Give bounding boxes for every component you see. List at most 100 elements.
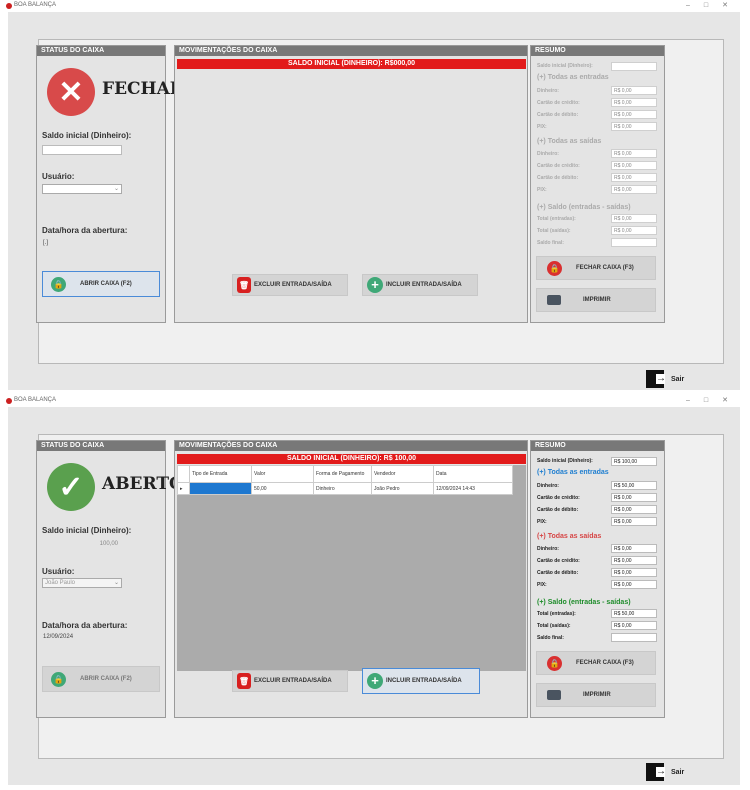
fechar-caixa-label: FECHAR CAIXA (F3) — [576, 265, 634, 271]
status-panel: STATUS DO CAIXA ✓ ABERTO Saldo inicial (… — [36, 440, 184, 718]
column-header[interactable]: Data — [433, 465, 513, 483]
resumo-saldo-inicial-field — [611, 62, 657, 71]
status-panel-header: STATUS DO CAIXA — [37, 46, 165, 56]
saida-debito-field: R$ 0,00 — [611, 568, 657, 577]
column-header[interactable]: Vendedor — [371, 465, 434, 483]
table-cell[interactable]: Dinheiro — [313, 482, 372, 495]
entradas-title: (+) Todas as entradas — [537, 469, 609, 476]
saida-debito-label: Cartão de débito: — [537, 570, 579, 576]
saldo-inicial-label: Saldo inicial (Dinheiro): — [42, 131, 132, 140]
fechar-caixa-button[interactable]: 🔒 FECHAR CAIXA (F3) — [536, 651, 656, 675]
resumo-saldo-inicial-label: Saldo inicial (Dinheiro): — [537, 63, 593, 69]
window-controls[interactable]: –□✕ — [686, 1, 742, 9]
close-icon[interactable]: ✕ — [722, 2, 742, 9]
entrada-debito-label: Cartão de débito: — [537, 112, 579, 118]
saida-credito-label: Cartão de crédito: — [537, 163, 580, 169]
entrada-dinheiro-field: R$ 0,00 — [611, 86, 657, 95]
excluir-entrada-saida-button[interactable]: 🗑 EXCLUIR ENTRADA/SAÍDA — [232, 670, 348, 692]
usuario-select[interactable]: João Paulo ⌄ — [42, 578, 122, 588]
sair-label: Sair — [671, 375, 685, 383]
total-saidas-label: Total (saídas): — [537, 623, 571, 629]
excluir-entrada-saida-button[interactable]: 🗑 EXCLUIR ENTRADA/SAÍDA — [232, 274, 348, 296]
movimentacoes-grid[interactable] — [177, 70, 526, 276]
printer-icon — [547, 690, 561, 700]
lock-icon: 🔒 — [51, 276, 66, 292]
minimize-icon[interactable]: – — [686, 397, 704, 404]
title-bar: BOA BALANÇA –□✕ — [0, 395, 750, 407]
table-header-row: Tipo de Entrada Valor Forma de Pagamento… — [177, 465, 513, 483]
entrada-debito-label: Cartão de débito: — [537, 507, 579, 513]
movimentacoes-header: MOVIMENTAÇÕES DO CAIXA — [175, 46, 527, 56]
saldo-inicial-input[interactable]: 100,00 — [42, 539, 122, 549]
saida-dinheiro-field: R$ 0,00 — [611, 149, 657, 158]
table-cell[interactable]: 12/09/2024 14:43 — [433, 482, 513, 495]
excluir-label: EXCLUIR ENTRADA/SAÍDA — [254, 282, 332, 288]
resumo-header: RESUMO — [531, 46, 664, 56]
entrada-dinheiro-label: Dinheiro: — [537, 88, 559, 94]
x-icon: ✕ — [47, 68, 95, 116]
saldo-inicial-input[interactable] — [42, 145, 122, 155]
table-row[interactable]: ▸ 50,00 Dinheiro João Pedro 12/09/2024 1… — [177, 482, 513, 495]
imprimir-button[interactable]: IMPRIMIR — [536, 683, 656, 707]
resumo-panel: RESUMO Saldo inicial (Dinheiro): (+) Tod… — [530, 45, 665, 323]
saldo-final-field — [611, 633, 657, 642]
sair-button[interactable]: → Sair — [646, 763, 684, 781]
maximize-icon[interactable]: □ — [704, 397, 722, 404]
movimentacoes-header: MOVIMENTAÇÕES DO CAIXA — [175, 441, 527, 451]
total-saidas-field: R$ 0,00 — [611, 226, 657, 235]
saida-pix-field: R$ 0,00 — [611, 185, 657, 194]
saida-debito-label: Cartão de débito: — [537, 175, 579, 181]
status-panel-header: STATUS DO CAIXA — [37, 441, 165, 451]
minimize-icon[interactable]: – — [686, 2, 704, 9]
entrada-pix-label: PIX: — [537, 124, 547, 130]
imprimir-label: IMPRIMIR — [583, 692, 611, 698]
resumo-header: RESUMO — [531, 441, 664, 451]
total-entradas-field: R$ 0,00 — [611, 214, 657, 223]
movimentacoes-grid[interactable]: Tipo de Entrada Valor Forma de Pagamento… — [177, 465, 526, 671]
abrir-caixa-button[interactable]: 🔒 ABRIR CAIXA (F2) — [42, 271, 160, 297]
abrir-caixa-button[interactable]: 🔒 ABRIR CAIXA (F2) — [42, 666, 160, 692]
incluir-label: INCLUIR ENTRADA/SAÍDA — [386, 282, 462, 288]
app-title: BOA BALANÇA — [14, 2, 57, 8]
movimentacoes-panel: MOVIMENTAÇÕES DO CAIXA SALDO INICIAL (DI… — [174, 440, 528, 718]
lock-icon: 🔒 — [51, 671, 66, 687]
saida-credito-label: Cartão de crédito: — [537, 558, 580, 564]
saida-dinheiro-label: Dinheiro: — [537, 546, 559, 552]
total-saidas-field: R$ 0,00 — [611, 621, 657, 630]
data-abertura-value: [.] — [43, 240, 49, 246]
abrir-caixa-label: ABRIR CAIXA (F2) — [80, 281, 132, 287]
table-cell[interactable]: João Pedro — [371, 482, 434, 495]
column-header[interactable]: Valor — [251, 465, 314, 483]
window-controls[interactable]: –□✕ — [686, 396, 742, 404]
abrir-caixa-label: ABRIR CAIXA (F2) — [80, 676, 132, 682]
column-header[interactable]: Tipo de Entrada — [189, 465, 252, 483]
trash-icon: 🗑 — [237, 277, 251, 293]
data-abertura-label: Data/hora da abertura: — [42, 621, 128, 630]
resumo-saldo-inicial-field: R$ 100,00 — [611, 457, 657, 466]
column-header[interactable]: Forma de Pagamento — [313, 465, 372, 483]
table-cell[interactable]: 50,00 — [251, 482, 314, 495]
total-entradas-field: R$ 50,00 — [611, 609, 657, 618]
row-selector-header — [177, 465, 190, 483]
row-selector[interactable]: ▸ — [177, 482, 190, 495]
entrada-debito-field: R$ 0,00 — [611, 110, 657, 119]
saldo-title: (+) Saldo (entradas - saídas) — [537, 204, 631, 211]
saida-dinheiro-field: R$ 0,00 — [611, 544, 657, 553]
incluir-entrada-saida-button[interactable]: + INCLUIR ENTRADA/SAÍDA — [362, 668, 480, 694]
usuario-select[interactable]: ⌄ — [42, 184, 122, 194]
saldo-inicial-label: Saldo inicial (Dinheiro): — [42, 526, 132, 535]
app-icon — [6, 398, 12, 404]
maximize-icon[interactable]: □ — [704, 2, 722, 9]
imprimir-button[interactable]: IMPRIMIR — [536, 288, 656, 312]
incluir-entrada-saida-button[interactable]: + INCLUIR ENTRADA/SAÍDA — [362, 274, 478, 296]
table-cell[interactable] — [189, 482, 252, 495]
sair-button[interactable]: → Sair — [646, 370, 684, 388]
total-saidas-label: Total (saídas): — [537, 228, 571, 234]
fechar-caixa-button[interactable]: 🔒 FECHAR CAIXA (F3) — [536, 256, 656, 280]
saidas-title: (+) Todas as saídas — [537, 138, 602, 145]
incluir-label: INCLUIR ENTRADA/SAÍDA — [386, 678, 462, 684]
status-state: ABERTO — [102, 474, 184, 494]
total-entradas-label: Total (entradas): — [537, 611, 576, 617]
close-icon[interactable]: ✕ — [722, 397, 742, 404]
entrada-debito-field: R$ 0,00 — [611, 505, 657, 514]
